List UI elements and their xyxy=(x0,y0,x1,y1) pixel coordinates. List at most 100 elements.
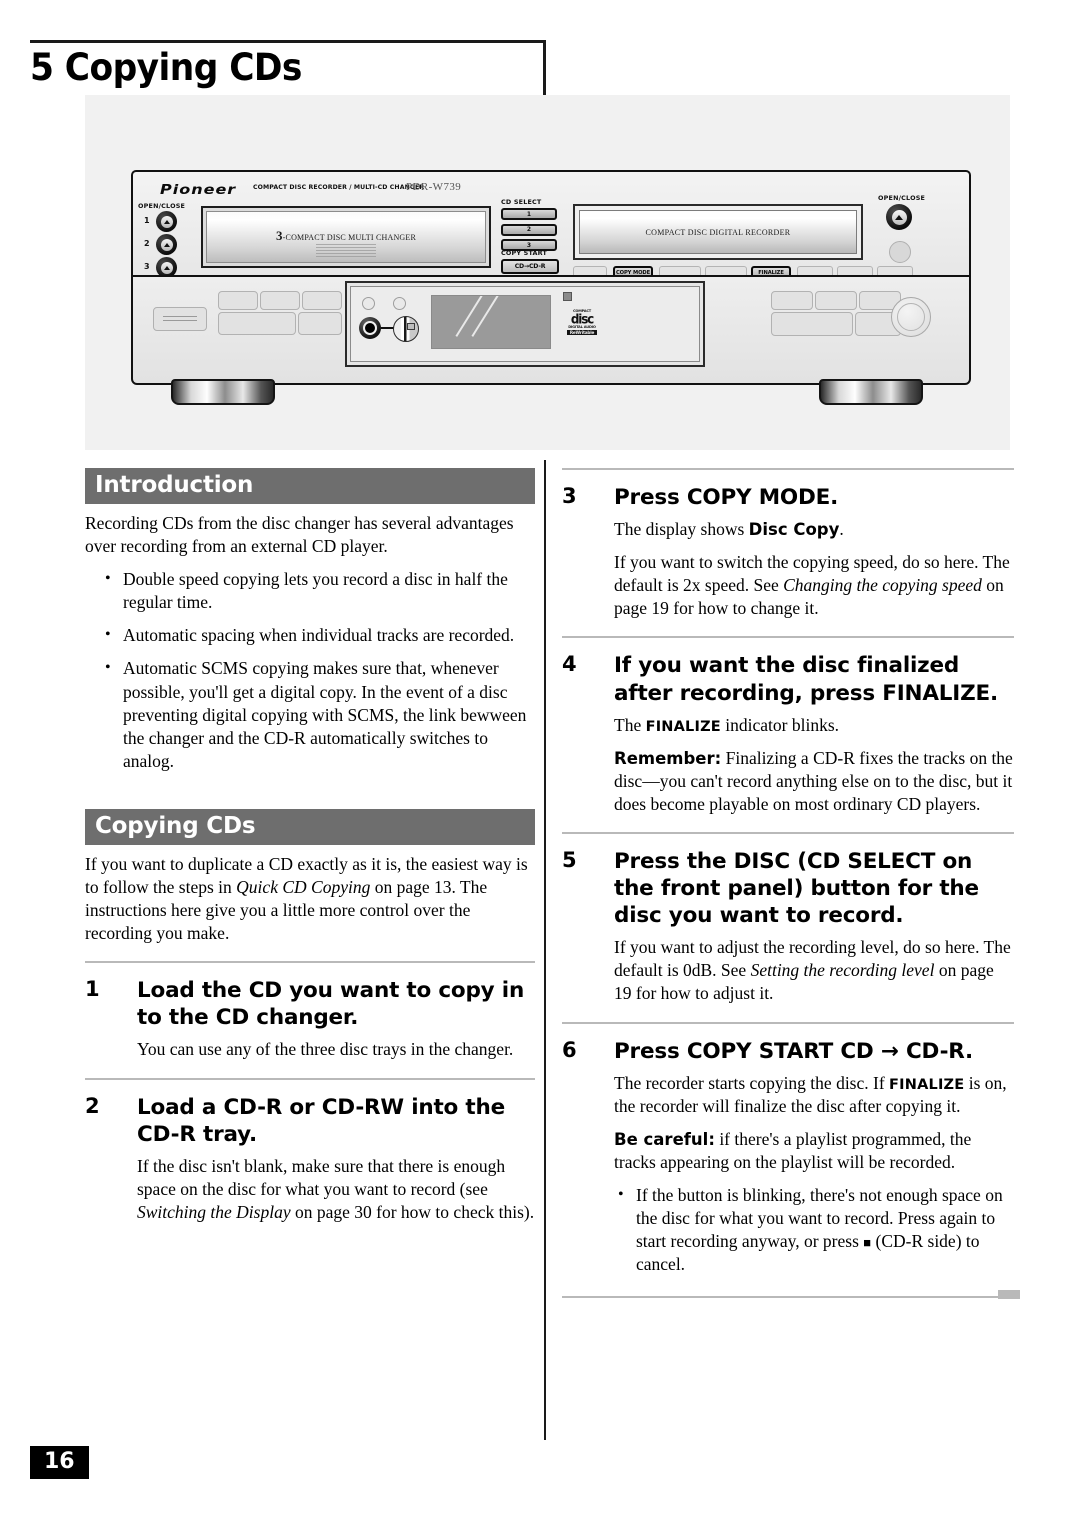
copy-start-button[interactable]: CD→CD-R xyxy=(501,259,559,274)
headphone-jack-icon xyxy=(359,317,381,339)
step-heading: Press COPY START CD → CD-R. xyxy=(614,1038,974,1064)
indicator-dot-1 xyxy=(362,297,375,310)
list-item: Automatic spacing when individual tracks… xyxy=(105,624,535,647)
remember-label: Remember: xyxy=(614,748,722,768)
indicator-name-finalize: FINALIZE xyxy=(645,718,721,735)
changer-button-4[interactable] xyxy=(218,312,296,335)
step-body: The display shows Disc Copy. xyxy=(614,518,1014,541)
cd-select-label: CD SELECT xyxy=(501,198,542,206)
step-heading: If you want the disc finalized after rec… xyxy=(614,653,998,706)
tray-number-3: 3 xyxy=(144,262,150,271)
step-body-part2: . xyxy=(839,519,844,540)
pioneer-logo: Pioneer xyxy=(160,181,237,198)
cd-recorder-tray: COMPACT DISC DIGITAL RECORDER xyxy=(573,204,863,260)
copying-paragraph: If you want to duplicate a CD exactly as… xyxy=(85,853,535,945)
jog-dial-knob[interactable] xyxy=(891,297,931,337)
recorder-tray-label: COMPACT DISC DIGITAL RECORDER xyxy=(645,227,791,237)
recorder-button-2[interactable] xyxy=(815,291,857,310)
device-foot-right xyxy=(819,379,923,405)
changer-wide-button[interactable] xyxy=(153,307,207,331)
step-3: 3 Press COPY MODE. The display shows Dis… xyxy=(562,484,1014,620)
changer-tray-text: -COMPACT DISC MULTI CHANGER xyxy=(282,233,417,242)
recorder-button-4[interactable] xyxy=(771,312,853,336)
page-number: 16 xyxy=(30,1446,89,1479)
open-close-right-label: OPEN/CLOSE xyxy=(878,194,926,202)
level-knob[interactable] xyxy=(393,316,419,342)
step-number: 5 xyxy=(562,848,577,873)
product-illustration: Pioneer COMPACT DISC RECORDER / MULTI-CD… xyxy=(85,95,1010,450)
step-body-2: Remember: Finalizing a CD-R fixes the tr… xyxy=(614,747,1014,816)
column-divider xyxy=(544,460,546,1440)
step-heading: Load the CD you want to copy in to the C… xyxy=(137,978,525,1031)
step-6: 6 Press COPY START CD → CD-R. The record… xyxy=(562,1038,1014,1277)
recorder-button-1[interactable] xyxy=(771,291,813,310)
device-subtitle: COMPACT DISC RECORDER / MULTI-CD CHANGER xyxy=(253,184,425,191)
recorder-display-module: COMPACT disc DIGITAL AUDIO ReWritable xyxy=(345,281,705,367)
page-title: 5 Copying CDs xyxy=(30,46,302,89)
tray-number-2: 2 xyxy=(144,239,150,248)
step-body2-reference: Changing the copying speed xyxy=(783,575,982,596)
changer-button-3[interactable] xyxy=(302,291,342,310)
step-heading: Press the DISC (CD SELECT on the front p… xyxy=(614,849,979,929)
changer-control-panel xyxy=(136,281,342,349)
intro-bullet-list: Double speed copying lets you record a d… xyxy=(85,568,535,773)
cd-logo-rewritable-text: ReWritable xyxy=(567,330,597,335)
multi-cd-changer-tray: 3-COMPACT DISC MULTI CHANGER xyxy=(201,206,491,268)
device-upper-section: Pioneer COMPACT DISC RECORDER / MULTI-CD… xyxy=(131,170,971,279)
section-heading-copying-cds: Copying CDs xyxy=(85,808,535,845)
tray-number-1: 1 xyxy=(144,216,150,225)
open-close-left-label: OPEN/CLOSE xyxy=(138,202,186,210)
step-body: If you want to adjust the recording leve… xyxy=(614,936,1014,1005)
section-heading-introduction: Introduction xyxy=(85,468,535,504)
step-body: The FINALIZE indicator blinks. xyxy=(614,714,1014,737)
header-rule-tick xyxy=(543,40,546,100)
eject-icon-2[interactable] xyxy=(156,234,177,255)
recorder-control-panel xyxy=(713,281,968,361)
step-body-part2: indicator blinks. xyxy=(720,714,840,735)
intro-paragraph: Recording CDs from the disc changer has … xyxy=(85,513,514,557)
right-column: 3 Press COPY MODE. The display shows Dis… xyxy=(562,468,1020,1300)
compact-disc-logo: COMPACT disc DIGITAL AUDIO ReWritable xyxy=(567,309,597,343)
changer-button-5[interactable] xyxy=(298,312,342,335)
recorder-knob-small[interactable] xyxy=(889,241,911,263)
cd-logo-main-text: disc xyxy=(570,311,594,327)
eject-icon-1[interactable] xyxy=(156,211,177,232)
step-number: 3 xyxy=(562,484,577,508)
changer-button-2[interactable] xyxy=(260,291,300,310)
indicator-name-finalize: FINALIZE xyxy=(889,1076,965,1093)
step-body: The recorder starts copying the disc. If… xyxy=(614,1072,1014,1118)
step-body-2: Be careful: if there's a playlist progra… xyxy=(614,1128,1014,1174)
copying-paragraph-reference: Quick CD Copying xyxy=(236,877,371,898)
step-body-reference: Switching the Display xyxy=(137,1201,291,1222)
step-body-part1: The recorder starts copying the disc. If xyxy=(614,1072,890,1093)
device-lower-section: COMPACT disc DIGITAL AUDIO ReWritable xyxy=(131,275,971,385)
divider-rule xyxy=(562,1021,1014,1024)
copy-start-label: COPY START xyxy=(501,249,548,257)
display-text-disc-copy: Disc Copy xyxy=(748,520,840,540)
cd-select-button-2[interactable]: 2 xyxy=(501,223,557,236)
divider-rule xyxy=(85,961,535,964)
eject-icon-recorder[interactable] xyxy=(886,204,912,230)
changer-button-1[interactable] xyxy=(218,291,258,310)
changer-tray-count: 3 xyxy=(275,228,283,243)
list-item: If the button is blinking, there's not e… xyxy=(618,1184,1014,1276)
step-number: 6 xyxy=(562,1037,577,1062)
column-end-rule xyxy=(562,1290,1020,1300)
step-body-part1: The display shows xyxy=(614,519,749,540)
header-rule xyxy=(30,40,546,43)
step-body-2: If you want to switch the copying speed,… xyxy=(614,551,1014,620)
step-body-part1: If the disc isn't blank, make sure that … xyxy=(137,1155,506,1199)
device-foot-left xyxy=(171,379,275,405)
model-number: PDR-W739 xyxy=(406,181,462,193)
changer-tray-label: 3-COMPACT DISC MULTI CHANGER xyxy=(207,228,485,244)
indicator-dot-2 xyxy=(393,297,406,310)
step-4: 4 If you want the disc finalized after r… xyxy=(562,652,1014,816)
divider-rule xyxy=(562,636,1014,639)
step-number: 1 xyxy=(85,977,100,1002)
device-front-panel: Pioneer COMPACT DISC RECORDER / MULTI-CD… xyxy=(131,170,971,405)
changer-tray-row-2: 2 xyxy=(138,233,192,257)
column-end-tab xyxy=(998,1290,1020,1300)
cd-select-button-1[interactable]: 1 xyxy=(501,208,557,220)
step-number: 2 xyxy=(85,1093,100,1118)
list-item: Double speed copying lets you record a d… xyxy=(105,568,535,614)
